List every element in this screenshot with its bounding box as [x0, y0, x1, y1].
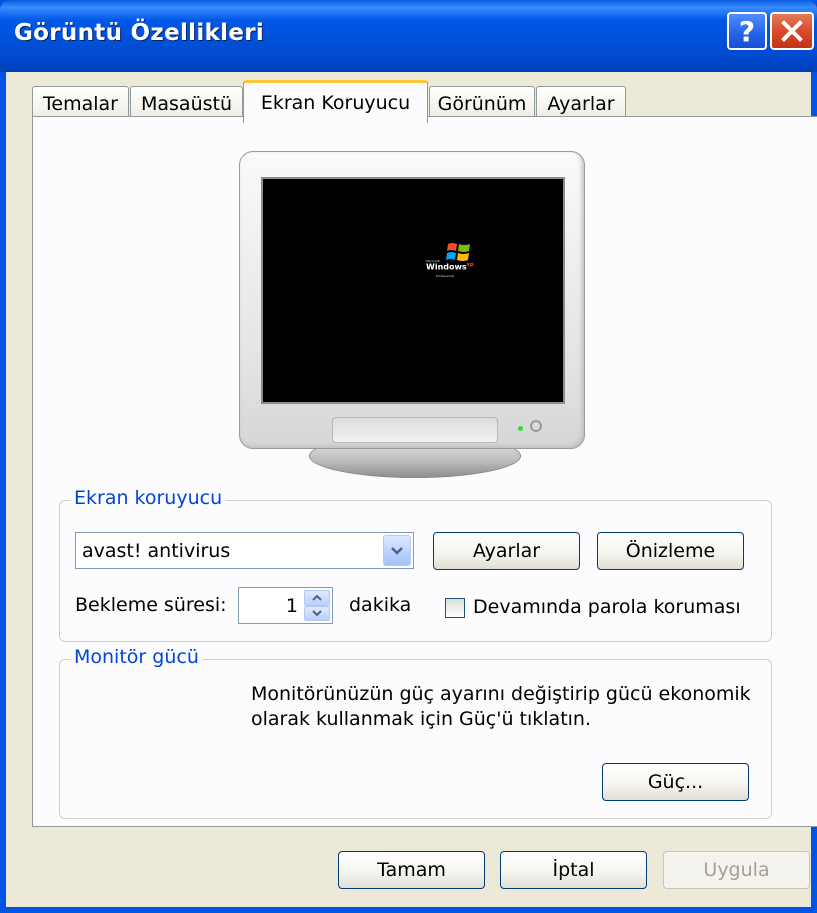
screensaver-select-value: avast! antivirus — [82, 539, 231, 562]
spinner-buttons — [304, 590, 330, 621]
screensaver-group: Ekran koruyucu avast! antivirus Ayarlar … — [59, 487, 772, 642]
power-description-line2: olarak kullanmak için Güç'ü tıklatın. — [251, 708, 592, 730]
power-description-line1: Monitörünüzün güç ayarını değiştirip güc… — [251, 683, 751, 705]
wait-time-spinner[interactable]: 1 — [238, 587, 333, 624]
tab-settings[interactable]: Ayarlar — [536, 86, 626, 120]
dropdown-arrow[interactable] — [383, 535, 411, 566]
close-button[interactable] — [770, 12, 814, 50]
screensaver-settings-button[interactable]: Ayarlar — [433, 532, 580, 570]
apply-button[interactable]: Uygula — [663, 851, 810, 889]
tab-themes[interactable]: Temalar — [32, 86, 129, 120]
ok-button[interactable]: Tamam — [338, 851, 485, 889]
power-description: Monitörünüzün güç ayarını değiştirip güc… — [251, 682, 751, 732]
tab-label: Ekran Koruyucu — [260, 92, 411, 114]
windows-logo: Microsoft Windowsxp Professional — [426, 241, 486, 285]
chevron-down-icon — [391, 546, 403, 555]
screensaver-group-label: Ekran koruyucu — [70, 487, 227, 509]
power-led-icon — [518, 426, 523, 431]
monitor-power-group: Monitör gücü Monitörünüzün güç ayarını d… — [59, 646, 772, 819]
password-checkbox[interactable] — [445, 598, 465, 618]
button-label: İptal — [552, 859, 595, 881]
logo-sup: xp — [466, 262, 474, 268]
preview-screen: Microsoft Windowsxp Professional — [261, 177, 565, 404]
help-icon: ? — [738, 14, 756, 48]
monitor-power-group-label: Monitör gücü — [70, 646, 203, 668]
button-label: Önizleme — [625, 540, 716, 562]
title-bar[interactable]: Görüntü Özellikleri ? — [0, 0, 817, 72]
tab-label: Temalar — [43, 92, 118, 115]
monitor-preview: Microsoft Windowsxp Professional — [239, 151, 585, 449]
chevron-down-icon — [312, 610, 322, 617]
button-label: Uygula — [703, 859, 770, 881]
spin-down-button[interactable] — [304, 605, 330, 621]
button-label: Güç... — [647, 771, 704, 793]
tab-label: Masaüstü — [140, 92, 232, 115]
help-button[interactable]: ? — [727, 12, 767, 50]
bezel-slot — [332, 417, 498, 443]
tab-appearance[interactable]: Görünüm — [429, 86, 535, 120]
dialog-client: Temalar Masaüstü Ekran Koruyucu Görünüm … — [6, 72, 817, 907]
wait-label: Bekleme süresi: — [75, 594, 227, 616]
power-button-icon — [530, 420, 542, 432]
button-label: Ayarlar — [472, 540, 541, 562]
screensaver-select[interactable]: avast! antivirus — [75, 532, 414, 569]
power-button[interactable]: Güç... — [602, 763, 749, 801]
cancel-button[interactable]: İptal — [500, 851, 647, 889]
logo-word: Windows — [426, 262, 467, 272]
display-properties-window: Görüntü Özellikleri ? Temalar Masaüstü E… — [0, 0, 817, 913]
wait-unit-label: dakika — [349, 594, 412, 616]
password-label[interactable]: Devamında parola koruması — [473, 596, 741, 618]
windows-flag-icon — [446, 243, 470, 261]
close-icon — [781, 20, 803, 42]
wait-time-value: 1 — [285, 595, 298, 617]
tab-label: Ayarlar — [547, 92, 615, 115]
window-title: Görüntü Özellikleri — [14, 20, 265, 46]
spin-up-button[interactable] — [304, 590, 330, 606]
screensaver-preview-button[interactable]: Önizleme — [597, 532, 744, 570]
logo-edition: Professional — [436, 274, 455, 278]
screensaver-panel: Microsoft Windowsxp Professional Ekran k… — [32, 116, 817, 827]
tab-label: Görünüm — [437, 92, 527, 115]
tab-desktop[interactable]: Masaüstü — [130, 86, 243, 120]
button-label: Tamam — [377, 859, 446, 881]
chevron-up-icon — [312, 594, 322, 601]
logo-text: Windowsxp — [426, 262, 473, 272]
tab-screensaver[interactable]: Ekran Koruyucu — [243, 80, 428, 123]
